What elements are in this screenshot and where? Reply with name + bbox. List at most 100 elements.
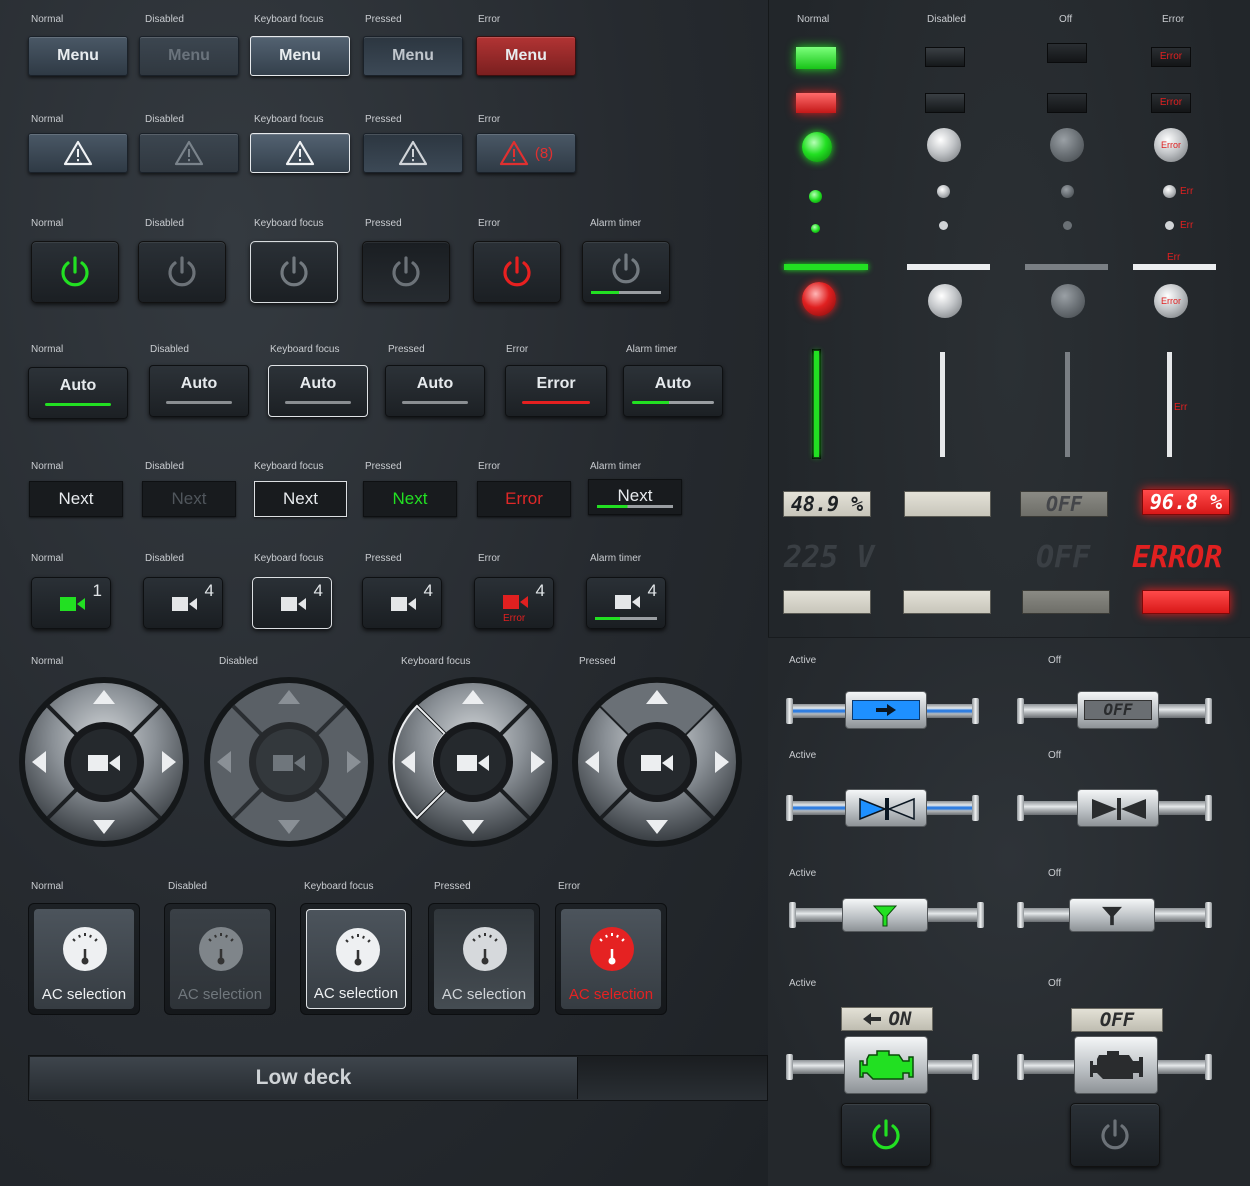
ac-selection-label: AC selection — [177, 986, 263, 1003]
engine-off[interactable] — [1074, 1036, 1158, 1094]
next-button-alarm[interactable]: Next — [588, 479, 682, 515]
camera-icon — [281, 597, 306, 611]
state-label: Normal — [31, 114, 64, 125]
gauge-icon — [63, 927, 107, 971]
next-button-pressed[interactable]: Next — [363, 481, 457, 517]
state-label: Pressed — [434, 881, 471, 892]
engine-icon — [859, 1050, 914, 1080]
menu-button-error[interactable]: Menu — [476, 36, 576, 76]
state-label: Disabled — [168, 881, 207, 892]
engine-active[interactable] — [844, 1036, 928, 1094]
next-button[interactable]: Next — [29, 481, 123, 517]
green-dot-lamp — [809, 190, 822, 203]
auto-button[interactable]: Auto — [28, 367, 128, 419]
error-count: (8) — [534, 144, 554, 162]
valve-icon — [859, 797, 915, 821]
valve-active[interactable] — [845, 789, 927, 827]
menu-button[interactable]: Menu — [28, 36, 128, 76]
ac-selection-button-disabled[interactable]: AC selection — [164, 903, 276, 1015]
alarm-timer-bar — [632, 401, 714, 404]
menu-button-focus[interactable]: Menu — [250, 36, 350, 76]
pump-display: OFF — [1084, 700, 1152, 720]
menu-button-pressed[interactable]: Menu — [363, 36, 463, 76]
camera-icon — [615, 595, 640, 609]
state-label: Keyboard focus — [254, 218, 324, 229]
camera-icon — [641, 755, 661, 771]
arrow-right-icon — [876, 704, 896, 716]
next-button-disabled[interactable]: Next — [142, 481, 236, 517]
camera-dpad-disabled[interactable] — [203, 676, 375, 848]
auto-button-disabled[interactable]: Auto — [149, 365, 249, 417]
state-label: Pressed — [365, 218, 402, 229]
menu-button-disabled[interactable]: Menu — [139, 36, 239, 76]
state-label: Keyboard focus — [270, 344, 340, 355]
pipe-flange — [786, 1054, 793, 1080]
camera-button-pressed[interactable]: 4 — [362, 577, 442, 629]
camera-button-alarm[interactable]: 4 — [586, 577, 666, 629]
ac-selection-button-pressed[interactable]: AC selection — [428, 903, 540, 1015]
camera-button-disabled[interactable]: 4 — [143, 577, 223, 629]
power-button-error[interactable] — [473, 241, 561, 303]
percent-readout: 48.9 % — [783, 491, 871, 517]
state-label: Normal — [31, 218, 64, 229]
camera-button-error[interactable]: 4 Error — [474, 577, 554, 629]
valve-off[interactable] — [1077, 789, 1159, 827]
camera-dpad[interactable] — [18, 676, 190, 848]
engine-power-button-off[interactable] — [1070, 1103, 1160, 1167]
camera-icon — [391, 597, 416, 611]
power-button-focus[interactable] — [250, 241, 338, 303]
auto-button-error[interactable]: Error — [505, 365, 607, 417]
pipe-flange — [1017, 902, 1024, 928]
round-lamp-disabled — [928, 284, 962, 318]
power-icon — [168, 256, 196, 287]
ac-selection-button-focus[interactable]: AC selection — [300, 903, 412, 1015]
state-label: Alarm timer — [590, 553, 642, 564]
camera-button-focus[interactable]: 4 — [252, 577, 332, 629]
power-button-disabled[interactable] — [138, 241, 226, 303]
pump-active[interactable] — [845, 691, 927, 729]
ac-selection-button-error[interactable]: AC selection — [555, 903, 667, 1015]
indicator-lamp-disabled — [925, 93, 965, 113]
ac-selection-button[interactable]: AC selection — [28, 903, 140, 1015]
camera-button[interactable]: 1 — [31, 577, 111, 629]
warning-button-pressed[interactable] — [363, 133, 463, 173]
state-label: Normal — [31, 553, 64, 564]
state-label: Pressed — [579, 656, 616, 667]
vertical-gauge-off — [1065, 352, 1070, 457]
power-button[interactable] — [31, 241, 119, 303]
next-button-error[interactable]: Error — [477, 481, 571, 517]
pipe-flange — [1205, 902, 1212, 928]
engine-power-button[interactable] — [841, 1103, 931, 1167]
dot-lamp-off — [1061, 185, 1074, 198]
status-bar — [166, 401, 232, 404]
state-label: Error — [558, 881, 581, 892]
next-button-focus[interactable]: Next — [254, 481, 347, 517]
red-indicator-lamp — [796, 93, 836, 113]
auto-button-pressed[interactable]: Auto — [385, 365, 485, 417]
state-label: Pressed — [365, 14, 402, 25]
camera-dpad-pressed[interactable] — [571, 676, 743, 848]
state-label: Error — [1162, 14, 1185, 25]
warning-button-focus[interactable] — [250, 133, 350, 173]
state-label: Active — [789, 655, 817, 666]
deck-tab-low[interactable]: Low deck — [30, 1057, 578, 1099]
warning-button[interactable] — [28, 133, 128, 173]
gauge-icon — [199, 927, 243, 971]
power-button-alarm[interactable] — [582, 241, 670, 303]
alarm-timer-bar — [595, 617, 657, 620]
auto-button-focus[interactable]: Auto — [268, 365, 368, 417]
dot-lamp-disabled — [937, 185, 950, 198]
warning-button-error[interactable]: (8) — [476, 133, 576, 173]
green-status-bar — [784, 264, 868, 270]
auto-button-alarm[interactable]: Auto — [623, 365, 723, 417]
pipe-flange — [977, 902, 984, 928]
state-label: Disabled — [145, 461, 184, 472]
camera-dpad-focus[interactable] — [387, 676, 559, 848]
power-button-pressed[interactable] — [362, 241, 450, 303]
filter-off[interactable] — [1069, 898, 1155, 932]
indicator-lamp-disabled — [925, 47, 965, 67]
vertical-gauge-error — [1167, 352, 1172, 457]
filter-active[interactable] — [842, 898, 928, 932]
pump-off[interactable]: OFF — [1077, 691, 1159, 729]
warning-button-disabled[interactable] — [139, 133, 239, 173]
